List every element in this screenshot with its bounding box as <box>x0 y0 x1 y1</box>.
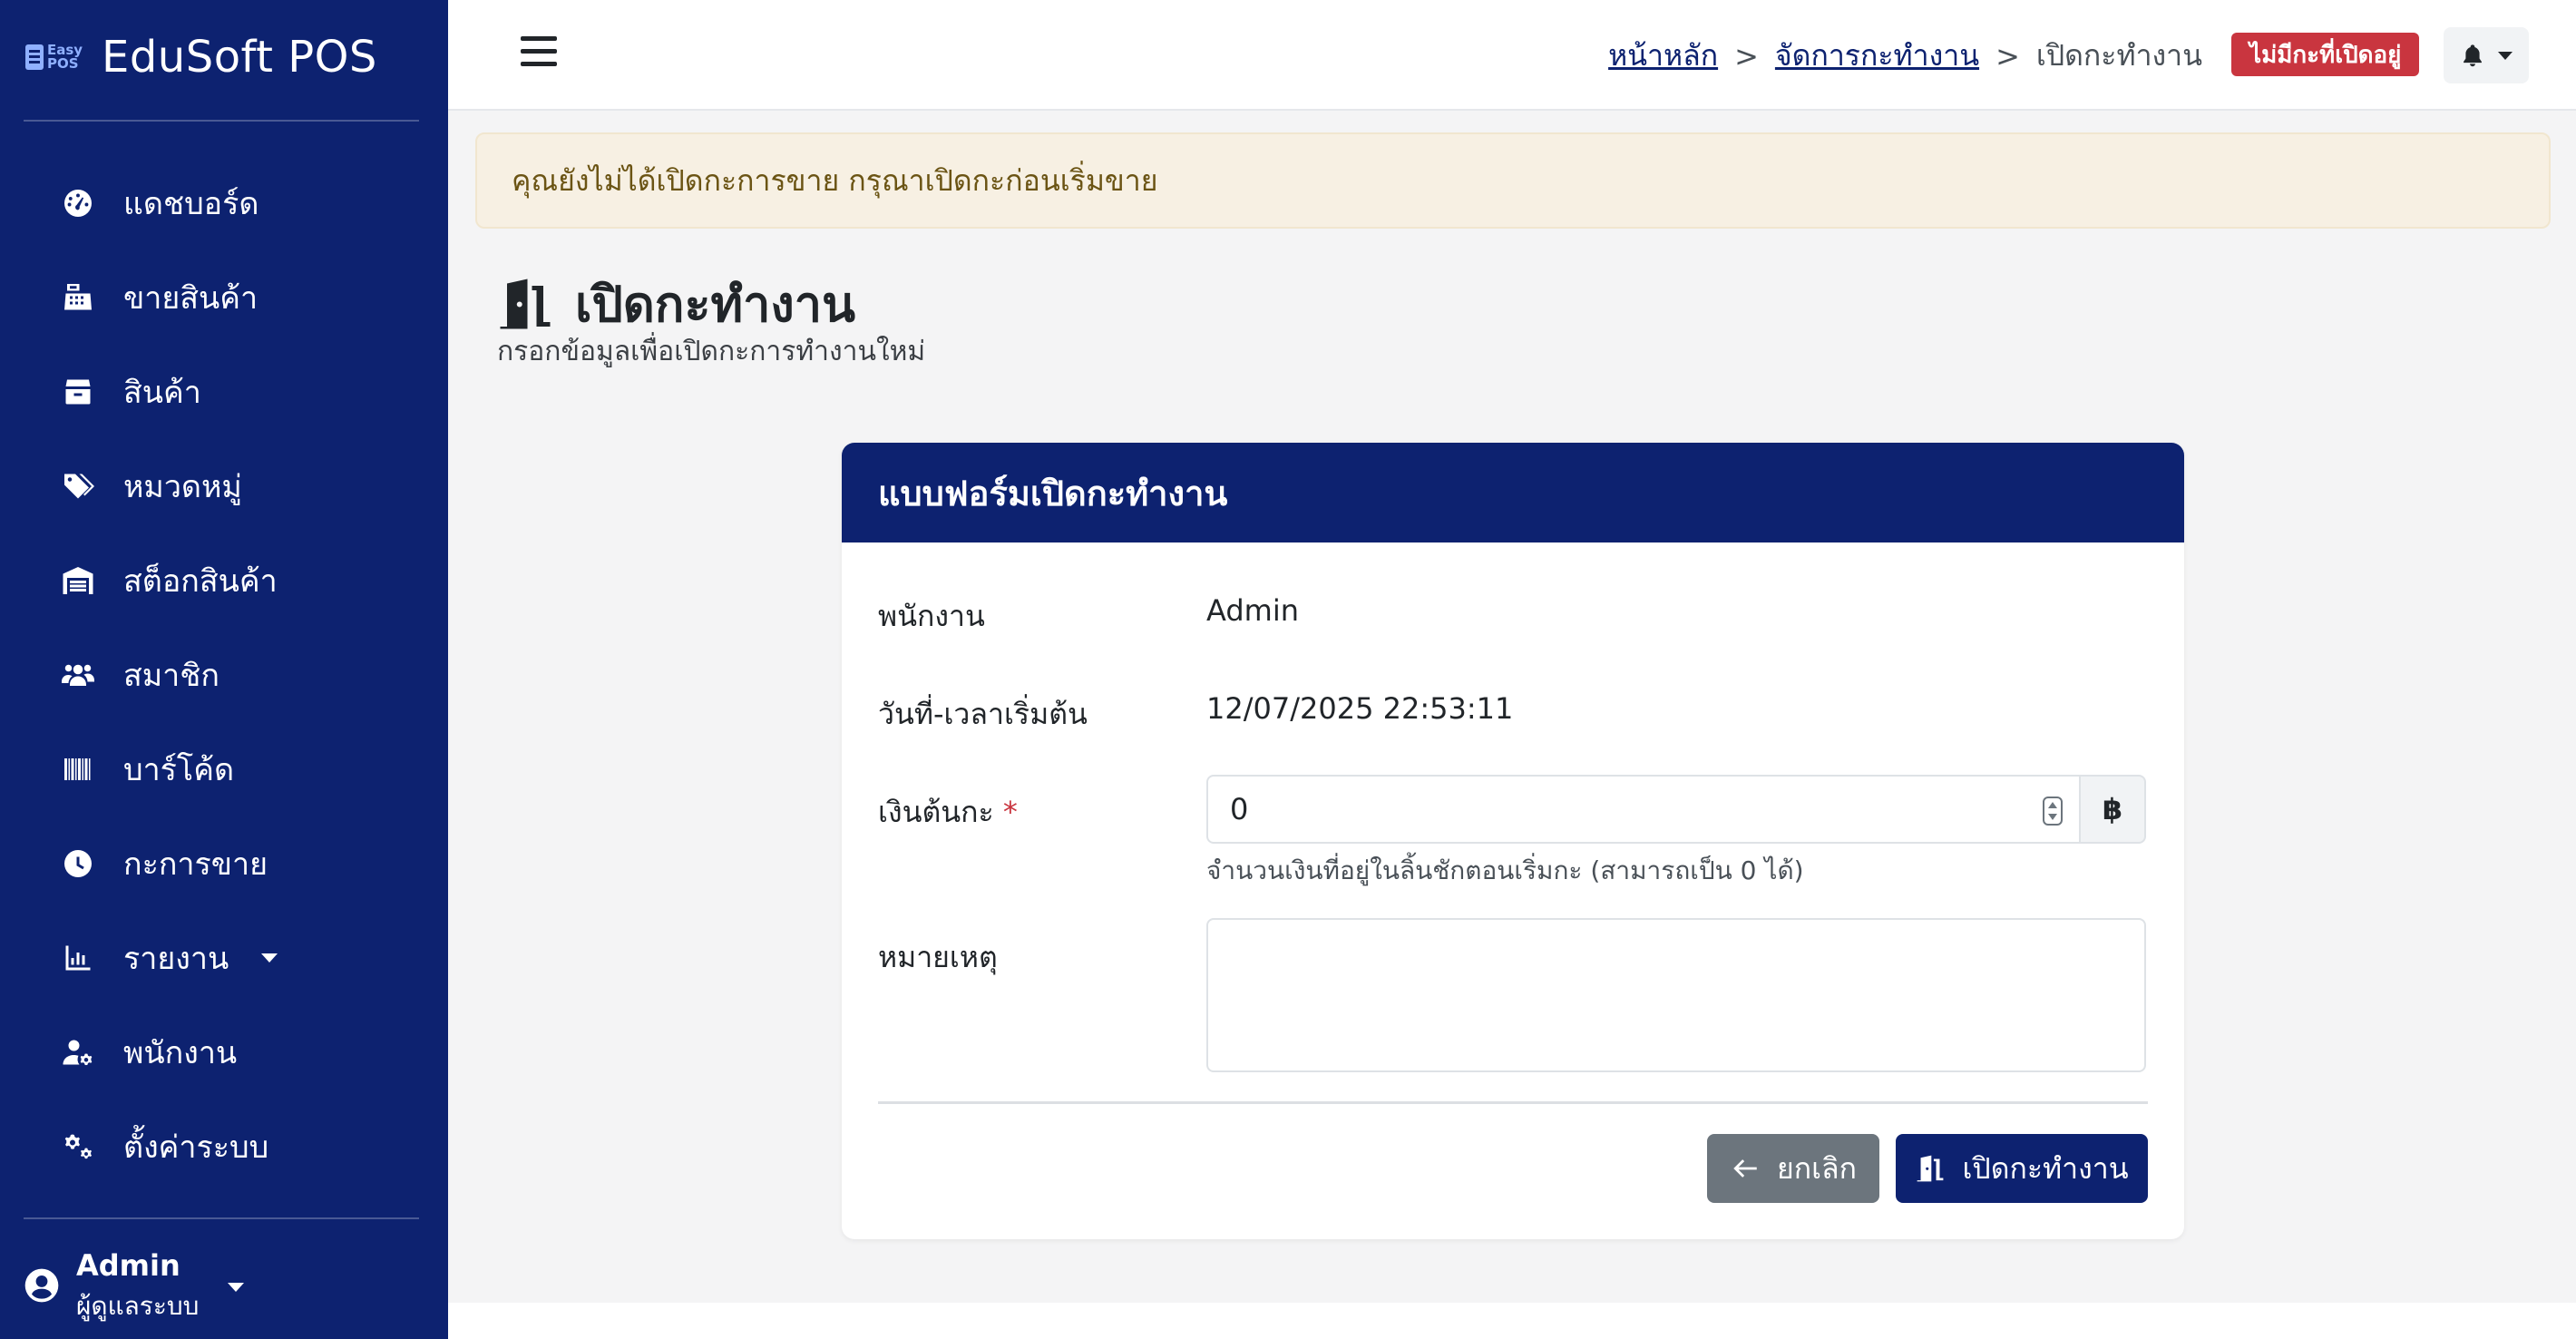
number-spinner-icon[interactable] <box>2043 797 2063 826</box>
currency-addon: ฿ <box>2081 775 2146 844</box>
divider <box>24 1217 419 1219</box>
breadcrumb-separator: > <box>1734 38 1759 73</box>
sidebar-item-employees[interactable]: พนักงาน <box>0 1005 448 1100</box>
sidebar-item-label: สินค้า <box>123 375 201 411</box>
start-time-value: 12/07/2025 22:53:11 <box>1206 691 1514 726</box>
tags-icon <box>60 468 96 504</box>
sidebar-item-label: บาร์โค้ด <box>123 752 235 788</box>
arrow-left-icon <box>1733 1159 1757 1178</box>
opening-cash-help: จำนวนเงินที่อยู่ในลิ้นชักตอนเริ่มกะ (สาม… <box>1206 855 1804 885</box>
sidebar-nav: แดชบอร์ด ขายสินค้า สินค้า หมวดหมู่ สต็อก… <box>0 156 448 1194</box>
user-gear-icon <box>60 1034 96 1070</box>
sidebar-item-reports[interactable]: รายงาน <box>0 911 448 1005</box>
door-open-icon <box>1917 1155 1944 1182</box>
sidebar-item-label: สมาชิก <box>123 658 220 694</box>
pos-bag-icon <box>25 44 44 70</box>
breadcrumb-manage-shift-link[interactable]: จัดการกะทำงาน <box>1775 33 1979 79</box>
chevron-down-icon <box>228 1283 245 1292</box>
cash-register-icon <box>60 279 96 316</box>
bell-icon <box>2464 44 2482 67</box>
no-shift-alert: คุณยังไม่ได้เปิดกะการขาย กรุณาเปิดกะก่อน… <box>475 132 2551 229</box>
breadcrumb: หน้าหลัก > จัดการกะทำงาน > เปิดกะทำงาน <box>1608 33 2202 79</box>
card-header: แบบฟอร์มเปิดกะทำงาน <box>842 443 2184 542</box>
opening-cash-input[interactable]: 0 <box>1206 775 2081 844</box>
hamburger-menu-icon[interactable] <box>521 36 557 69</box>
sidebar-item-dashboard[interactable]: แดชบอร์ด <box>0 156 448 250</box>
breadcrumb-separator: > <box>1995 38 2020 73</box>
sidebar-item-label: รายงาน <box>123 941 229 977</box>
notifications-button[interactable] <box>2444 27 2529 83</box>
user-name: Admin <box>76 1248 181 1283</box>
clock-icon <box>60 845 96 882</box>
door-open-icon <box>500 279 551 329</box>
sidebar-item-products[interactable]: สินค้า <box>0 345 448 439</box>
start-time-label: วันที่-เวลาเริ่มต้น <box>878 697 1088 731</box>
chevron-down-icon <box>261 953 278 963</box>
sidebar-item-label: ขายสินค้า <box>123 280 259 317</box>
chart-icon <box>60 940 96 976</box>
logo-text-bottom: POS <box>47 55 79 72</box>
warehouse-icon <box>60 562 96 599</box>
breadcrumb-home-link[interactable]: หน้าหลัก <box>1608 33 1718 79</box>
dashboard-gauge-icon <box>60 185 96 221</box>
sidebar-item-sell[interactable]: ขายสินค้า <box>0 250 448 345</box>
note-textarea[interactable] <box>1206 918 2146 1072</box>
barcode-icon <box>60 751 96 787</box>
divider <box>24 120 419 122</box>
divider <box>878 1101 2148 1104</box>
employee-value: Admin <box>1206 593 1299 628</box>
user-role: ผู้ดูแลระบบ <box>76 1291 200 1321</box>
sidebar-item-label: สต็อกสินค้า <box>123 563 278 600</box>
chevron-down-icon <box>2498 51 2513 60</box>
sidebar-item-categories[interactable]: หมวดหมู่ <box>0 439 448 533</box>
sidebar: Easy POS EduSoft POS แดชบอร์ด ขายสินค้า … <box>0 0 448 1339</box>
page-subtitle: กรอกข้อมูลเพื่อเปิดกะการทำงานใหม่ <box>497 336 926 367</box>
sidebar-item-label: พนักงาน <box>123 1035 238 1071</box>
brand-name: EduSoft POS <box>102 32 377 83</box>
open-shift-form-card: แบบฟอร์มเปิดกะทำงาน พนักงาน Admin วันที่… <box>842 443 2184 1239</box>
note-label: หมายเหตุ <box>878 940 998 974</box>
topbar: หน้าหลัก > จัดการกะทำงาน > เปิดกะทำงาน ไ… <box>448 0 2576 111</box>
open-shift-button[interactable]: เปิดกะทำงาน <box>1896 1134 2148 1203</box>
employee-label: พนักงาน <box>878 599 985 633</box>
sidebar-item-barcode[interactable]: บาร์โค้ด <box>0 722 448 816</box>
users-icon <box>60 657 96 693</box>
sidebar-item-label: หมวดหมู่ <box>123 469 242 505</box>
breadcrumb-current: เปิดกะทำงาน <box>2035 38 2202 73</box>
sidebar-item-label: แดชบอร์ด <box>123 186 259 222</box>
footer <box>448 1303 2576 1339</box>
sidebar-item-members[interactable]: สมาชิก <box>0 628 448 722</box>
sidebar-item-stock[interactable]: สต็อกสินค้า <box>0 533 448 628</box>
sidebar-item-settings[interactable]: ตั้งค่าระบบ <box>0 1100 448 1194</box>
sidebar-item-shifts[interactable]: กะการขาย <box>0 816 448 911</box>
shift-status-badge: ไม่มีกะที่เปิดอยู่ <box>2231 33 2420 76</box>
sidebar-item-label: กะการขาย <box>123 846 268 883</box>
brand[interactable]: Easy POS EduSoft POS <box>25 27 377 87</box>
gears-icon <box>60 1129 96 1165</box>
box-icon <box>60 374 96 410</box>
brand-logo: Easy POS <box>25 37 83 77</box>
alert-message: คุณยังไม่ได้เปิดกะการขาย กรุณาเปิดกะก่อน… <box>512 162 1158 198</box>
user-menu[interactable]: Admin ผู้ดูแลระบบ <box>22 1248 245 1326</box>
sidebar-item-label: ตั้งค่าระบบ <box>123 1129 269 1166</box>
user-circle-icon <box>22 1266 62 1309</box>
opening-cash-input-group: 0 ฿ <box>1206 775 2146 844</box>
cancel-button[interactable]: ยกเลิก <box>1707 1134 1879 1203</box>
